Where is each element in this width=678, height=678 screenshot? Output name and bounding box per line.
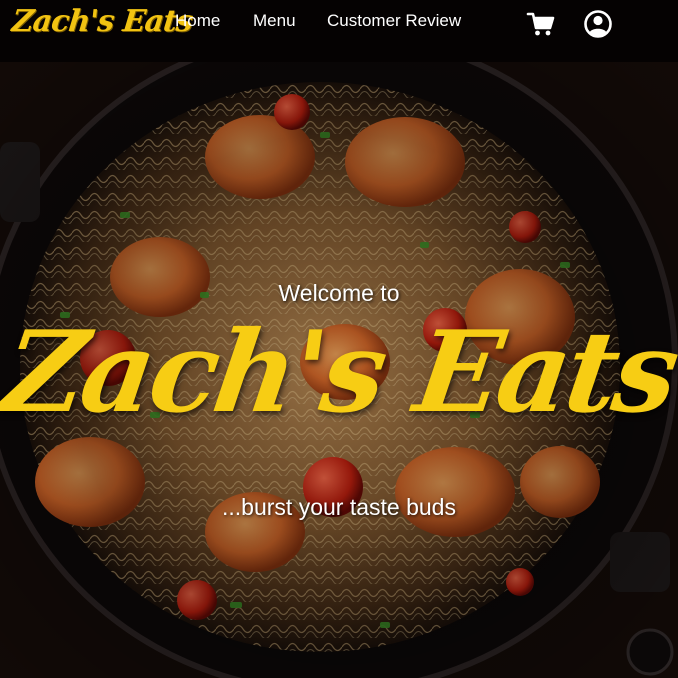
nav-customer-review-link[interactable]: Customer Review (327, 11, 461, 31)
hero-section: Welcome to Zach's Eats ...burst your tas… (0, 62, 678, 678)
account-button[interactable] (583, 9, 613, 39)
user-circle-icon (584, 10, 612, 38)
nav-menu-link[interactable]: Menu (253, 11, 296, 31)
shopping-cart-icon (526, 12, 555, 36)
hero-title: Zach's Eats (0, 307, 678, 438)
cart-button[interactable] (526, 9, 556, 39)
navbar: Zach's Eats Home Menu Customer Review (0, 0, 678, 62)
brand-logo[interactable]: Zach's Eats (10, 4, 194, 39)
hero-tagline: ...burst your taste buds (222, 494, 456, 520)
nav-home-link[interactable]: Home (175, 11, 220, 31)
